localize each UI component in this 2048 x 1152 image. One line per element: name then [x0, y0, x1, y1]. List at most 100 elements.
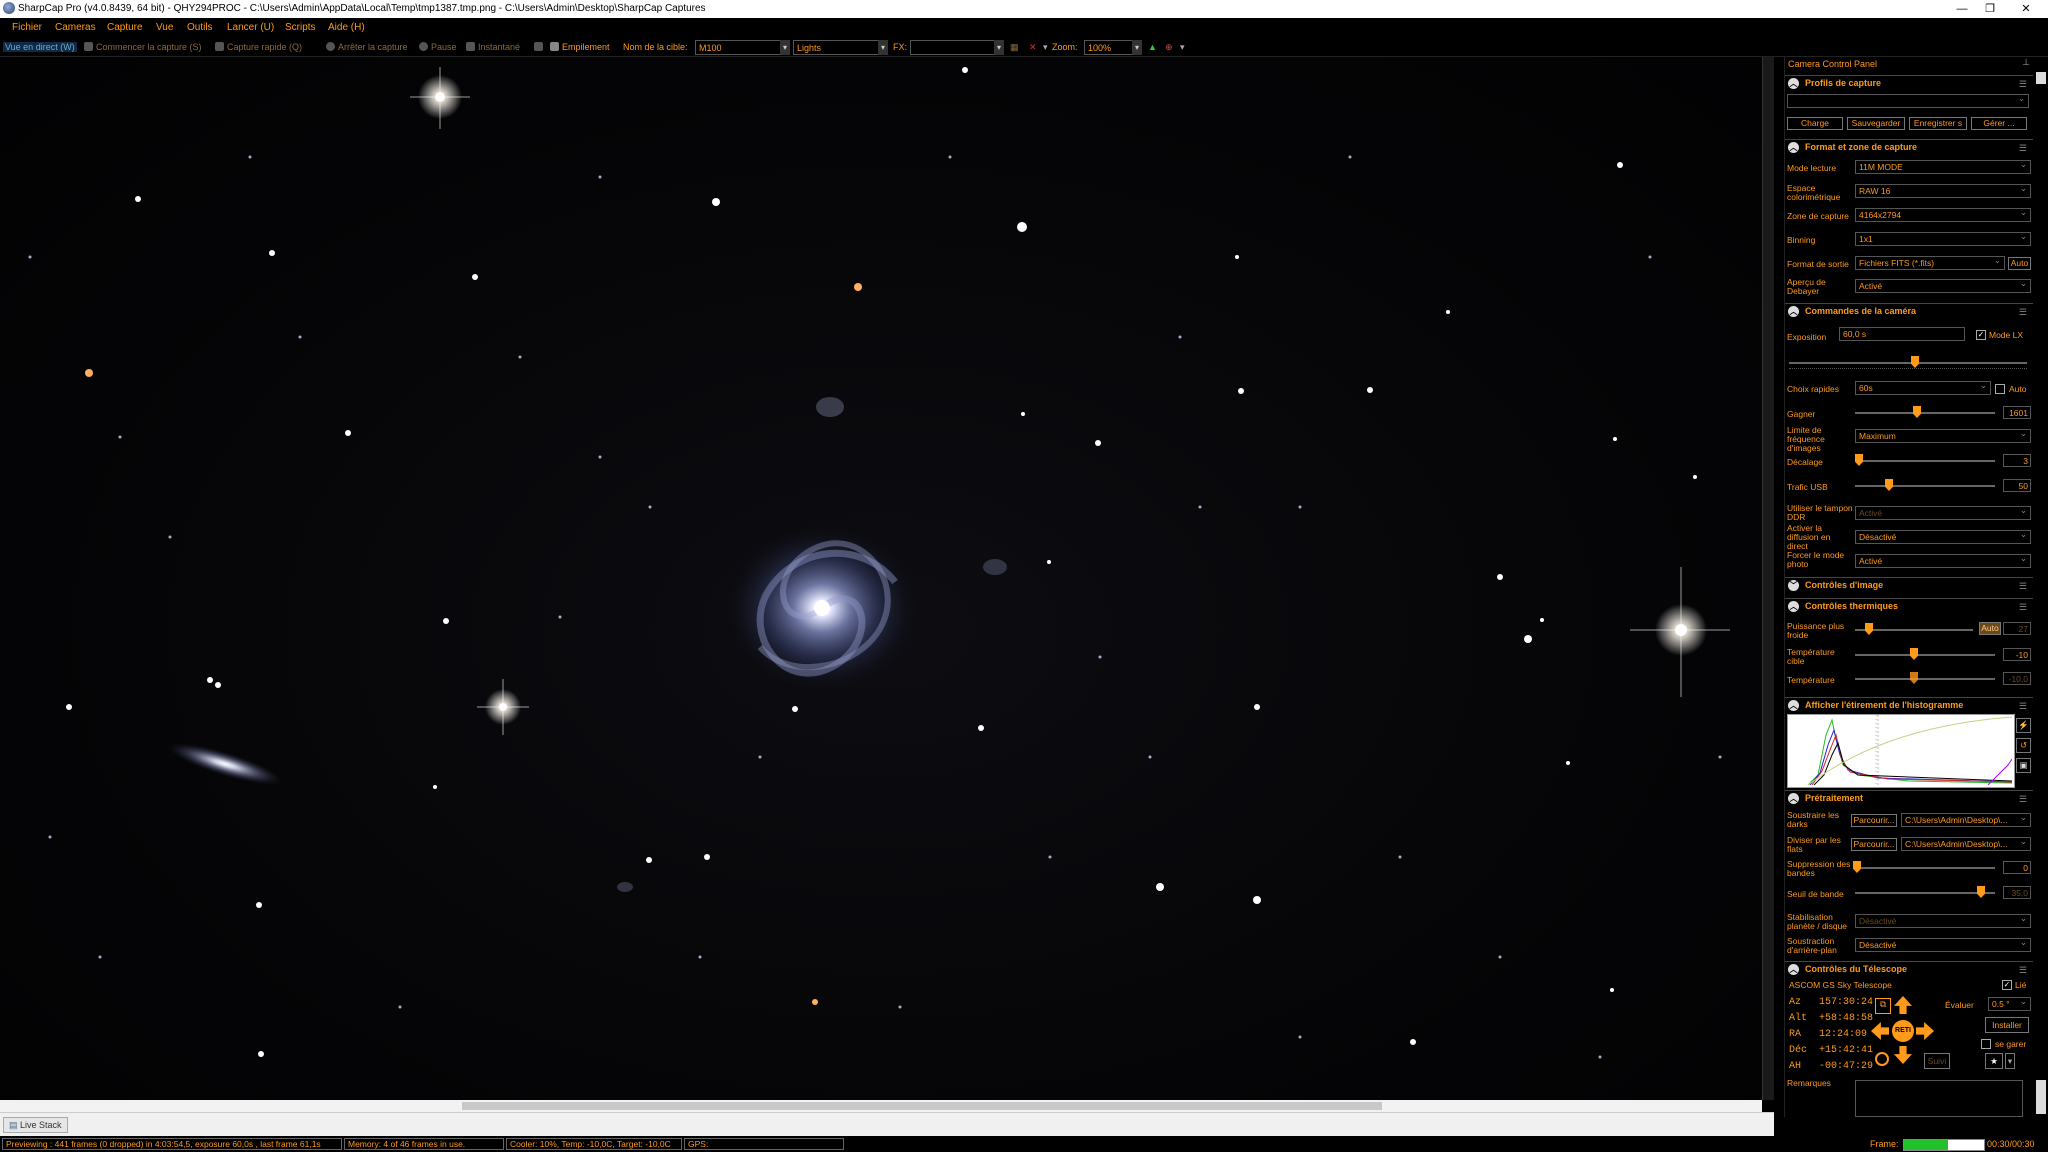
pin-icon[interactable]: ⊥ [2022, 57, 2030, 68]
dark-browse-button[interactable]: Parcourir... [1851, 814, 1897, 827]
stop-capture-button[interactable]: Arrêter la capture [326, 42, 408, 52]
panel-scroll-thumb[interactable] [2036, 72, 2046, 84]
collapse-icon[interactable]: ︿ [1788, 964, 1799, 975]
section-capture-profiles[interactable]: ︿ Profils de capture ☰ [1785, 75, 2033, 91]
rate-select[interactable]: 0.5 ° [1988, 997, 2031, 1011]
notes-textarea[interactable] [1855, 1080, 2023, 1117]
menu-cameras[interactable]: Cameras [55, 22, 96, 33]
favourite-icon[interactable]: ★ [1985, 1053, 2003, 1069]
cooler-auto-button[interactable]: Auto [1979, 622, 2001, 635]
zoom-select[interactable]: 100% [1084, 40, 1138, 55]
telescope-linked-checkbox[interactable]: ✓ [2002, 980, 2012, 990]
park-icon[interactable] [1875, 1052, 1889, 1066]
section-thermal-controls[interactable]: ︿ Contrôles thermiques ☰ [1785, 598, 2033, 614]
capture-area-select[interactable]: 4164x2794 [1855, 208, 2031, 222]
menu-fichier[interactable]: Fichier [12, 22, 42, 33]
cooler-power-slider-thumb[interactable] [1865, 623, 1873, 635]
target-dropdown[interactable]: ▾ [780, 40, 790, 55]
fx-select[interactable] [910, 40, 1002, 55]
collapse-icon[interactable]: ︿ [1788, 700, 1799, 711]
live-stream-select[interactable]: Désactivé [1855, 530, 2031, 544]
lx-mode-checkbox[interactable]: ✓ [1976, 330, 1986, 340]
goto-icon[interactable]: ⧉ [1875, 998, 1891, 1014]
offset-value[interactable]: 3 [2003, 454, 2031, 467]
frame-type-select[interactable]: Lights [793, 40, 883, 55]
save-as-profile-button[interactable]: Enregistrer s [1909, 117, 1967, 130]
banding-value[interactable]: 0 [2003, 861, 2031, 874]
auto-stretch-icon[interactable]: ⚡ [2016, 718, 2031, 733]
snapshot-button[interactable]: Instantané [466, 42, 520, 52]
quick-capture-button[interactable]: Capture rapide (Q) [215, 42, 302, 52]
reticle-dropdown[interactable]: ▾ [1043, 42, 1048, 53]
output-format-select[interactable]: Fichiers FITS (*.fits) [1855, 256, 2005, 270]
image-viewport[interactable] [0, 57, 1762, 1100]
slew-south-arrow[interactable] [1894, 1046, 1912, 1064]
menu-icon[interactable]: ☰ [2019, 794, 2027, 805]
pause-button[interactable]: Pause [419, 42, 457, 52]
menu-lancer[interactable]: Lancer (U) [227, 22, 274, 33]
tools-icon[interactable] [534, 42, 546, 52]
menu-scripts[interactable]: Scripts [285, 22, 316, 33]
frame-type-dropdown[interactable]: ▾ [878, 40, 888, 55]
target-temp-value[interactable]: -10 [2003, 648, 2031, 661]
readout-mode-select[interactable]: 11M MODE [1855, 160, 2031, 174]
collapse-icon[interactable]: ︿ [1788, 78, 1799, 89]
exposure-input[interactable]: 60,0 s [1839, 327, 1965, 341]
save-stretch-icon[interactable]: ▣ [2016, 758, 2031, 773]
flat-path-select[interactable]: C:\Users\Admin\Desktop\... [1901, 837, 2031, 851]
stop-slew-button[interactable]: RETI [1892, 1020, 1914, 1042]
section-histogram-stretch[interactable]: ︿ Afficher l'étirement de l'histogramme … [1785, 697, 2033, 713]
debayer-preview-select[interactable]: Activé [1855, 279, 2031, 293]
gain-slider-track[interactable] [1855, 412, 1995, 414]
grid-icon[interactable]: ▦ [1010, 42, 1019, 53]
exposure-slider-track[interactable] [1789, 362, 2027, 364]
target-temp-slider-thumb[interactable] [1910, 648, 1918, 660]
offset-slider-thumb[interactable] [1855, 454, 1863, 466]
reticle-icon[interactable]: ✕ [1029, 42, 1037, 53]
horizontal-scroll-thumb[interactable] [462, 1102, 1382, 1110]
dark-path-select[interactable]: C:\Users\Admin\Desktop\... [1901, 813, 2031, 827]
collapse-icon[interactable]: ︿ [1788, 306, 1799, 317]
gain-slider-thumb[interactable] [1913, 406, 1921, 418]
menu-icon[interactable]: ☰ [2019, 79, 2027, 90]
usb-slider-thumb[interactable] [1885, 479, 1893, 491]
quick-picks-select[interactable]: 60s [1855, 381, 1991, 395]
close-button[interactable]: ✕ [2004, 0, 2048, 18]
profile-select[interactable] [1787, 94, 2029, 108]
slew-east-arrow[interactable] [1916, 1022, 1934, 1040]
output-format-auto-button[interactable]: Auto [2008, 257, 2031, 270]
target-name-input[interactable]: M100 [695, 40, 785, 55]
start-capture-button[interactable]: Commencer la capture (S) [84, 42, 202, 52]
offset-slider-track[interactable] [1855, 460, 1995, 462]
menu-icon[interactable]: ☰ [2019, 965, 2027, 976]
stacking-button[interactable]: Empilement [550, 42, 610, 52]
reset-stretch-icon[interactable]: ↺ [2016, 738, 2031, 753]
park-checkbox[interactable] [1981, 1039, 1991, 1049]
threshold-value[interactable]: 35,0 [2003, 886, 2031, 899]
expand-icon[interactable]: ﹀ [1788, 580, 1799, 591]
menu-icon[interactable]: ☰ [2019, 307, 2027, 318]
banding-slider-thumb[interactable] [1853, 861, 1861, 873]
menu-icon[interactable]: ☰ [2019, 143, 2027, 154]
save-profile-button[interactable]: Sauvegarder [1847, 117, 1905, 130]
histogram-icon[interactable]: ▲ [1148, 42, 1157, 52]
setup-button[interactable]: Installer [1985, 1017, 2029, 1033]
still-mode-select[interactable]: Activé [1855, 554, 2031, 568]
usb-slider-track[interactable] [1855, 485, 1995, 487]
live-stack-tab[interactable]: ▤ Live Stack [3, 1117, 68, 1133]
menu-outils[interactable]: Outils [187, 22, 213, 33]
cooler-power-value[interactable]: 27 [2003, 622, 2031, 635]
section-camera-controls[interactable]: ︿ Commandes de la caméra ☰ [1785, 303, 2033, 319]
manage-profiles-button[interactable]: Gérer ... [1971, 117, 2027, 130]
colour-space-select[interactable]: RAW 16 [1855, 184, 2031, 198]
menu-icon[interactable]: ☰ [2019, 602, 2027, 613]
zoom-tool-dropdown[interactable]: ▾ [1180, 42, 1185, 53]
stabilisation-select[interactable]: Désactivé [1855, 914, 2031, 928]
section-image-controls[interactable]: ﹀ Contrôles d'image ☰ [1785, 577, 2033, 593]
favourite-dropdown[interactable]: ▾ [2005, 1053, 2015, 1069]
zoom-tool-icon[interactable]: ⊕ [1165, 42, 1173, 53]
background-subtraction-select[interactable]: Désactivé [1855, 938, 2031, 952]
gain-value[interactable]: 1601 [2003, 406, 2031, 419]
zoom-dropdown[interactable]: ▾ [1132, 40, 1142, 55]
live-view-button[interactable]: Vue en direct (W) [3, 42, 77, 52]
